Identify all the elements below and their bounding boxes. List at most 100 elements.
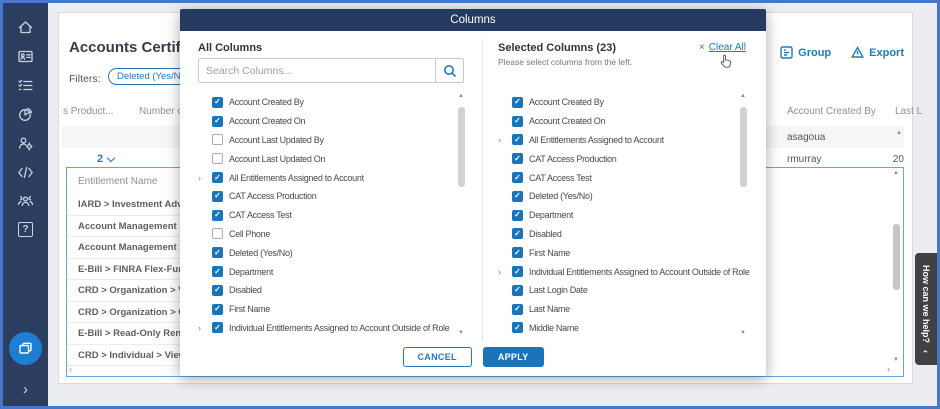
all-columns-scrollbar[interactable]: ▲ ▼ bbox=[457, 93, 466, 336]
column-checkbox[interactable] bbox=[212, 304, 223, 315]
column-checkbox[interactable] bbox=[212, 116, 223, 127]
selected-column-option[interactable]: › Account Created On bbox=[498, 112, 736, 131]
col-header-product[interactable]: s Product... bbox=[63, 106, 114, 117]
column-checkbox[interactable] bbox=[212, 172, 223, 183]
expand-chevron-icon[interactable]: › bbox=[498, 267, 506, 277]
code-icon[interactable] bbox=[17, 164, 34, 181]
expand-chevron-icon[interactable]: › bbox=[198, 173, 206, 183]
scroll-down-icon[interactable]: ▼ bbox=[458, 330, 464, 336]
scroll-down-icon[interactable]: ▼ bbox=[893, 357, 899, 363]
column-option[interactable]: › Cell Phone bbox=[198, 225, 456, 244]
scroll-left-icon[interactable]: ‹ bbox=[69, 364, 72, 374]
column-option[interactable]: › Account Last Updated By bbox=[198, 131, 456, 150]
selected-column-option[interactable]: › Middle Name bbox=[498, 319, 736, 338]
column-checkbox[interactable] bbox=[512, 304, 523, 315]
id-card-icon[interactable] bbox=[17, 48, 34, 65]
column-option[interactable]: › Department bbox=[198, 262, 456, 281]
selected-column-option[interactable]: › All Entitlements Assigned to Account bbox=[498, 131, 736, 150]
column-checkbox[interactable] bbox=[512, 172, 523, 183]
column-option[interactable]: › Account Created On bbox=[198, 112, 456, 131]
column-checkbox[interactable] bbox=[512, 191, 523, 202]
column-checkbox[interactable] bbox=[512, 97, 523, 108]
help-icon[interactable]: ? bbox=[18, 222, 33, 237]
pie-chart-icon[interactable] bbox=[17, 106, 34, 123]
column-option[interactable]: › Disabled bbox=[198, 281, 456, 300]
column-checkbox[interactable] bbox=[212, 191, 223, 202]
scroll-up-icon[interactable]: ▲ bbox=[458, 93, 464, 99]
column-checkbox[interactable] bbox=[512, 228, 523, 239]
column-checkbox[interactable] bbox=[212, 266, 223, 277]
scroll-down-icon[interactable]: ▼ bbox=[740, 330, 746, 336]
scrollbar-thumb[interactable] bbox=[740, 107, 747, 187]
scroll-up-icon[interactable]: ▲ bbox=[893, 170, 899, 176]
column-option[interactable]: › Account Created By bbox=[198, 93, 456, 112]
detail-vertical-scrollbar[interactable]: ▲ ▼ bbox=[892, 170, 901, 363]
column-checkbox[interactable] bbox=[212, 134, 223, 145]
column-checkbox[interactable] bbox=[512, 322, 523, 333]
selected-columns-heading: Selected Columns (23) bbox=[498, 42, 616, 54]
column-checkbox[interactable] bbox=[212, 97, 223, 108]
selected-column-option[interactable]: › Account Created By bbox=[498, 93, 736, 112]
scroll-up-icon[interactable]: ▲ bbox=[740, 93, 746, 99]
column-checkbox[interactable] bbox=[512, 210, 523, 221]
checklist-icon[interactable] bbox=[17, 77, 34, 94]
scroll-up-icon[interactable]: ▲ bbox=[896, 130, 902, 136]
column-option[interactable]: › Individual Entitlements Assigned to Ac… bbox=[198, 319, 456, 338]
column-checkbox[interactable] bbox=[512, 285, 523, 296]
column-checkbox[interactable] bbox=[212, 153, 223, 164]
column-checkbox[interactable] bbox=[212, 322, 223, 333]
search-columns-input[interactable] bbox=[199, 59, 435, 82]
cancel-button[interactable]: CANCEL bbox=[403, 347, 472, 367]
column-option[interactable]: › CAT Access Production bbox=[198, 187, 456, 206]
selected-column-option[interactable]: › Disabled bbox=[498, 225, 736, 244]
scroll-right-icon[interactable]: › bbox=[887, 364, 890, 374]
column-checkbox[interactable] bbox=[512, 116, 523, 127]
pages-fab-button[interactable] bbox=[9, 332, 42, 365]
search-button[interactable] bbox=[435, 59, 463, 82]
clear-all-button[interactable]: × Clear All bbox=[699, 42, 746, 53]
scrollbar-thumb[interactable] bbox=[458, 107, 465, 187]
column-option[interactable]: › CAT Access Test bbox=[198, 206, 456, 225]
column-label: First Name bbox=[229, 304, 270, 314]
export-button[interactable]: Export bbox=[851, 46, 904, 59]
row-expander[interactable]: 2 bbox=[97, 153, 114, 165]
search-icon bbox=[443, 64, 457, 78]
all-columns-list: › Account Created By › Account Created O… bbox=[198, 93, 456, 337]
group-icon bbox=[780, 46, 793, 59]
home-icon[interactable] bbox=[17, 19, 34, 36]
column-checkbox[interactable] bbox=[512, 266, 523, 277]
subtable-header-entitlement-name[interactable]: Entitlement Name bbox=[78, 176, 157, 187]
team-icon[interactable] bbox=[17, 193, 34, 210]
selected-column-option[interactable]: › CAT Access Production bbox=[498, 149, 736, 168]
column-checkbox[interactable] bbox=[212, 285, 223, 296]
column-option[interactable]: › Deleted (Yes/No) bbox=[198, 243, 456, 262]
scrollbar-thumb[interactable] bbox=[893, 224, 900, 290]
column-option[interactable]: › Account Last Updated On bbox=[198, 149, 456, 168]
column-checkbox[interactable] bbox=[212, 247, 223, 258]
apply-button[interactable]: APPLY bbox=[483, 347, 544, 367]
column-checkbox[interactable] bbox=[212, 210, 223, 221]
selected-column-option[interactable]: › Department bbox=[498, 206, 736, 225]
selected-column-option[interactable]: › Deleted (Yes/No) bbox=[498, 187, 736, 206]
help-tab[interactable]: How can we help? ‹ bbox=[915, 253, 937, 365]
column-checkbox[interactable] bbox=[212, 228, 223, 239]
selected-column-option[interactable]: › First Name bbox=[498, 243, 736, 262]
search-columns-box bbox=[198, 58, 464, 83]
expand-sidebar-icon[interactable]: › bbox=[23, 381, 28, 398]
selected-column-option[interactable]: › CAT Access Test bbox=[498, 168, 736, 187]
column-checkbox[interactable] bbox=[512, 247, 523, 258]
user-settings-icon[interactable] bbox=[17, 135, 34, 152]
selected-column-option[interactable]: › Last Name bbox=[498, 300, 736, 319]
column-option[interactable]: › First Name bbox=[198, 300, 456, 319]
column-checkbox[interactable] bbox=[512, 153, 523, 164]
col-header-account-created-by[interactable]: Account Created By bbox=[787, 106, 876, 117]
column-checkbox[interactable] bbox=[512, 134, 523, 145]
column-option[interactable]: › All Entitlements Assigned to Account bbox=[198, 168, 456, 187]
selected-column-option[interactable]: › Individual Entitlements Assigned to Ac… bbox=[498, 262, 736, 281]
expand-chevron-icon[interactable]: › bbox=[198, 323, 206, 333]
col-header-last[interactable]: Last L bbox=[895, 106, 922, 117]
group-button[interactable]: Group bbox=[780, 46, 831, 59]
expand-chevron-icon[interactable]: › bbox=[498, 135, 506, 145]
selected-column-option[interactable]: › Last Login Date bbox=[498, 281, 736, 300]
selected-columns-scrollbar[interactable]: ▲ ▼ bbox=[739, 93, 748, 336]
